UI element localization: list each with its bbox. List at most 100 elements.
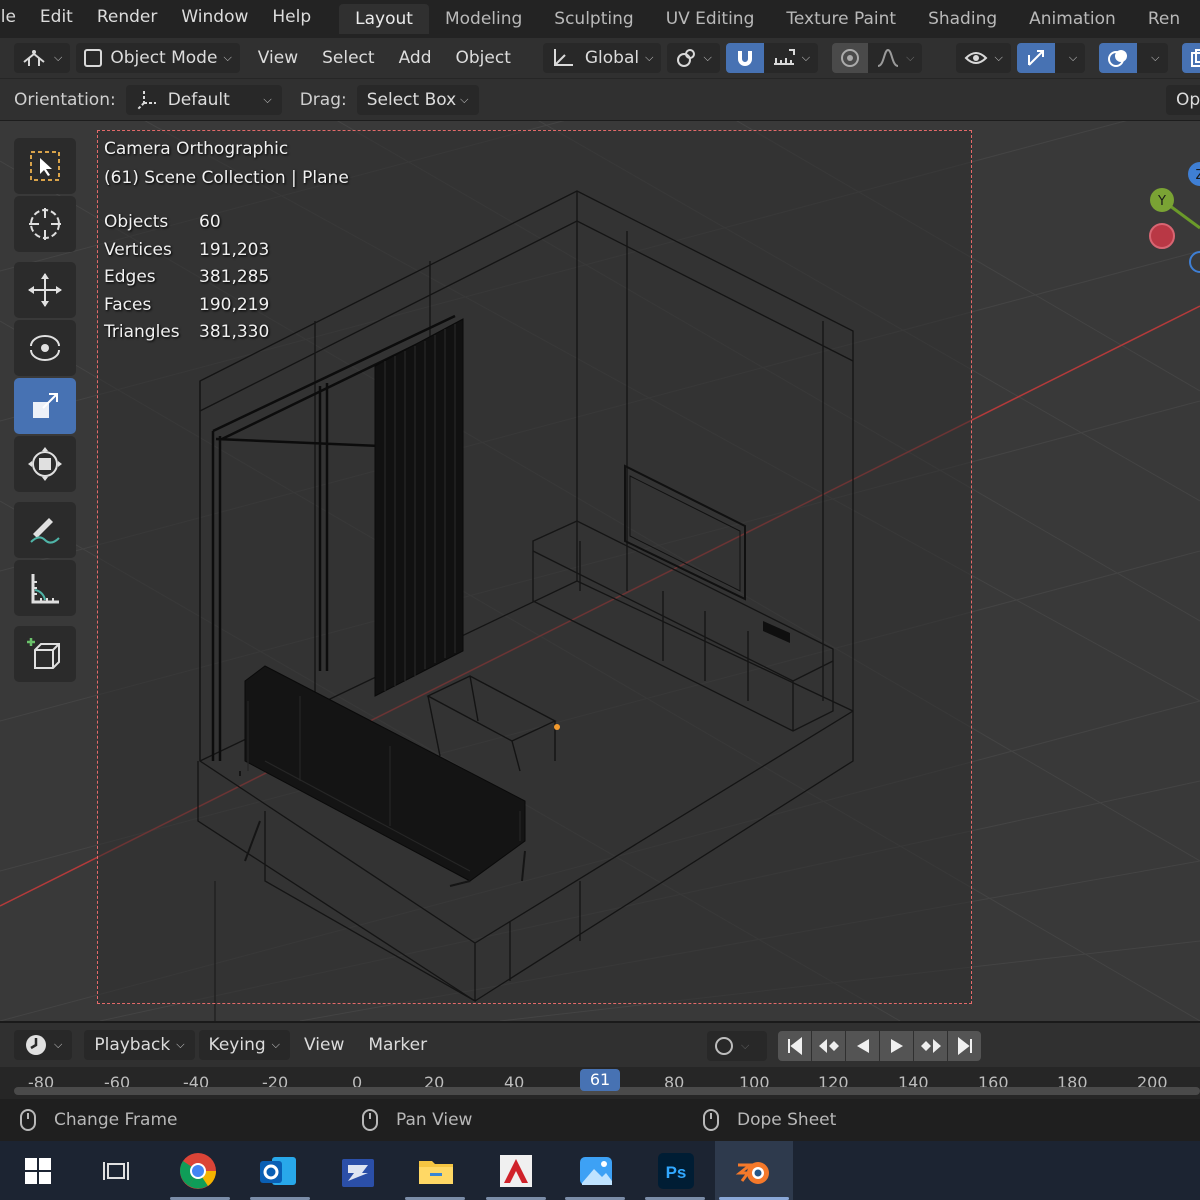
ruler-icon <box>31 574 59 604</box>
taskbar-outlook[interactable] <box>256 1149 300 1193</box>
options-button[interactable]: Op <box>1166 85 1200 115</box>
os-taskbar: Ps <box>0 1141 1200 1200</box>
navigation-gizmo[interactable]: Y Z <box>1140 138 1200 278</box>
scene-statistics: Objects 60 Vertices 191,203 Edges 381,285 F… <box>104 209 349 347</box>
marker-menu[interactable]: Marker <box>358 1030 437 1060</box>
orientation-gizmo-icon <box>136 90 156 110</box>
gizmo-toggle[interactable] <box>1016 43 1055 73</box>
neg-x-axis-handle[interactable] <box>1149 223 1175 249</box>
current-frame-indicator[interactable]: 61 <box>580 1069 620 1091</box>
windows-start-button[interactable] <box>16 1149 60 1193</box>
orientation-dropdown[interactable]: Default ⌵ <box>125 84 282 115</box>
taskbar-blender[interactable] <box>732 1149 776 1193</box>
chevron-down-icon: ⌵ <box>1068 51 1078 64</box>
taskbar-photos[interactable] <box>574 1149 618 1193</box>
neg-z-axis-handle[interactable] <box>1189 251 1200 273</box>
falloff-dropdown[interactable]: ⌵ <box>868 43 923 73</box>
chevron-down-icon: ⌵ <box>703 51 712 64</box>
keying-menu[interactable]: Keying ⌵ <box>198 1030 290 1060</box>
mouse-middle-icon <box>362 1109 378 1131</box>
status-label: Change Frame <box>54 1110 178 1130</box>
jump-start-button[interactable] <box>778 1031 811 1061</box>
play-button[interactable] <box>880 1031 913 1061</box>
tab-texture-paint[interactable]: Texture Paint <box>770 4 912 34</box>
play-reverse-icon <box>856 1039 869 1053</box>
drag-dropdown[interactable]: Select Box ⌵ <box>356 84 479 115</box>
xray-toggle[interactable] <box>1181 43 1200 73</box>
overlays-dropdown[interactable]: ⌵ <box>1137 43 1168 73</box>
taskbar-autocad[interactable] <box>494 1149 538 1193</box>
tab-shading[interactable]: Shading <box>912 4 1013 34</box>
move-arrows-icon <box>28 273 62 307</box>
frame-ruler[interactable]: -80 -60 -40 -20 0 20 40 80 100 120 140 1… <box>0 1067 1200 1099</box>
menu-add[interactable]: Add <box>387 43 444 73</box>
collection-info: (61) Scene Collection | Plane <box>104 168 349 188</box>
tool-scale[interactable] <box>14 378 76 434</box>
status-dope-sheet: Dope Sheet <box>703 1109 836 1131</box>
eye-icon <box>965 52 988 64</box>
tool-rotate[interactable] <box>14 320 76 376</box>
stat-value: 190,219 <box>199 294 270 315</box>
keying-label: Keying <box>208 1035 266 1055</box>
tab-animation[interactable]: Animation <box>1013 4 1132 34</box>
proportional-editing-toggle[interactable] <box>832 43 869 73</box>
menu-help[interactable]: Help <box>260 0 323 38</box>
play-icon <box>890 1039 903 1053</box>
windows-logo-icon <box>25 1158 51 1184</box>
visibility-dropdown[interactable]: ⌵ <box>956 43 1011 73</box>
timeline-view-menu[interactable]: View <box>294 1030 354 1060</box>
taskbar-app-store[interactable] <box>336 1149 380 1193</box>
pivot-point-dropdown[interactable]: ⌵ <box>667 43 720 73</box>
mouse-left-icon <box>20 1109 36 1131</box>
chevron-down-icon: ⌵ <box>176 1038 185 1051</box>
tab-rendering[interactable]: Ren <box>1132 4 1196 34</box>
auto-keying-toggle[interactable]: ⌵ <box>707 1031 767 1061</box>
editor-type-button[interactable]: ⌵ <box>14 43 71 73</box>
tab-sculpting[interactable]: Sculpting <box>538 4 649 34</box>
transform-orientation-dropdown[interactable]: Global ⌵ <box>542 43 662 73</box>
next-keyframe-button[interactable] <box>914 1031 947 1061</box>
playback-menu[interactable]: Playback ⌵ <box>84 1030 195 1060</box>
taskbar-file-explorer[interactable] <box>414 1149 458 1193</box>
play-reverse-button[interactable] <box>846 1031 879 1061</box>
taskbar-chrome[interactable] <box>176 1149 220 1193</box>
menu-select[interactable]: Select <box>310 43 386 73</box>
viewport-header: ⌵ Object Mode ⌵ View Select Add Object G… <box>0 38 1200 78</box>
tool-annotate[interactable] <box>14 502 76 558</box>
menu-view[interactable]: View <box>246 43 310 73</box>
prev-keyframe-button[interactable] <box>812 1031 845 1061</box>
overlays-toggle[interactable] <box>1099 43 1138 73</box>
gizmo-arrows-icon <box>1027 50 1044 66</box>
jump-end-button[interactable] <box>948 1031 981 1061</box>
rotate-icon <box>30 335 60 361</box>
taskbar-photoshop[interactable]: Ps <box>654 1149 698 1193</box>
scale-icon <box>33 393 58 418</box>
tool-transform[interactable] <box>14 436 76 492</box>
tool-cursor[interactable] <box>14 196 76 252</box>
menu-render[interactable]: Render <box>85 0 170 38</box>
3d-viewport[interactable]: Camera Orthographic (61) Scene Collectio… <box>0 121 1200 1021</box>
tool-measure[interactable] <box>14 560 76 616</box>
menu-object[interactable]: Object <box>444 43 523 73</box>
tool-move[interactable] <box>14 262 76 318</box>
tool-select-box[interactable] <box>14 138 76 194</box>
mode-dropdown[interactable]: Object Mode ⌵ <box>76 43 240 73</box>
tab-layout[interactable]: Layout <box>339 4 429 34</box>
stat-key: Triangles <box>104 322 180 342</box>
timeline-editor-type-button[interactable]: ⌵ <box>14 1030 73 1060</box>
chevron-down-icon: ⌵ <box>801 51 811 64</box>
menu-file[interactable]: ile <box>0 0 28 38</box>
tab-uv-editing[interactable]: UV Editing <box>650 4 771 34</box>
gizmo-dropdown[interactable]: ⌵ <box>1054 43 1086 73</box>
photos-icon <box>580 1157 612 1185</box>
tool-add-cube[interactable] <box>14 626 76 682</box>
task-view-button[interactable] <box>94 1149 138 1193</box>
snap-target-dropdown[interactable]: ⌵ <box>763 43 819 73</box>
snap-toggle[interactable] <box>725 43 764 73</box>
status-pan-view: Pan View <box>362 1109 472 1131</box>
chevron-down-icon: ⌵ <box>54 1038 63 1051</box>
menu-window[interactable]: Window <box>169 0 260 38</box>
status-bar: Change Frame Pan View Dope Sheet <box>0 1099 1200 1141</box>
menu-edit[interactable]: Edit <box>28 0 85 38</box>
tab-modeling[interactable]: Modeling <box>429 4 538 34</box>
